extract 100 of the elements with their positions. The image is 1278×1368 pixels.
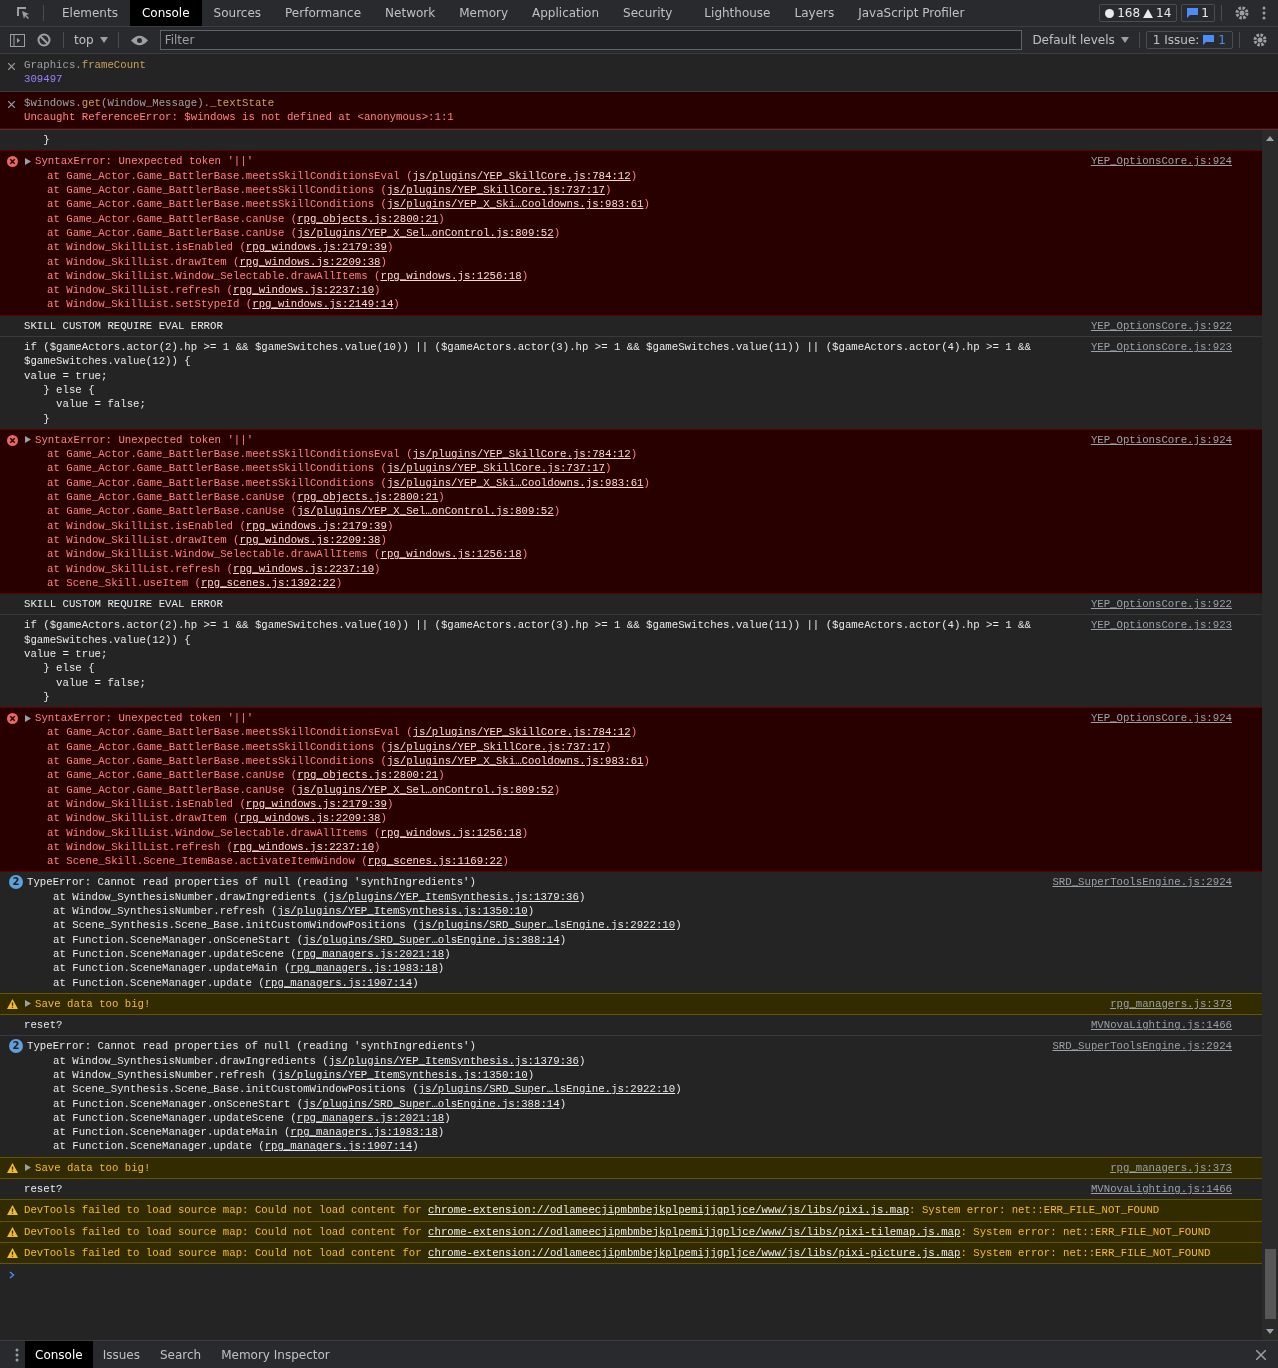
stack-frame-link[interactable]: js/plugins/SRD_Super…lsEngine.js:2922:10 <box>418 1083 676 1096</box>
stack-frame-link[interactable]: rpg_windows.js:2237:10 <box>233 840 375 853</box>
stack-frame-link[interactable]: js/plugins/YEP_SkillCore.js:784:12 <box>412 169 631 182</box>
stack-frame-link[interactable]: rpg_windows.js:2209:38 <box>239 255 381 268</box>
settings-icon[interactable] <box>1252 32 1268 48</box>
inspect-icon[interactable] <box>15 5 31 21</box>
stack-frame-link[interactable]: rpg_objects.js:2800:21 <box>297 212 439 225</box>
stack-frame-link[interactable]: rpg_windows.js:2209:38 <box>239 812 381 825</box>
panel-tab[interactable]: Application <box>520 0 612 26</box>
source-link[interactable]: YEP_OptionsCore.js:924 <box>1090 432 1232 448</box>
source-link[interactable]: YEP_OptionsCore.js:923 <box>1090 618 1232 633</box>
source-map-link[interactable]: chrome-extension://odlameecjipmbmbejkplpemijjgpljce/www/js/libs/pixi-picture.js.map <box>428 1246 961 1259</box>
stack-frame-link[interactable]: rpg_windows.js:2209:38 <box>239 533 381 546</box>
more-menu-icon[interactable] <box>15 1347 19 1362</box>
stack-frame-link[interactable]: js/plugins/YEP_ItemSynthesis.js:1350:10 <box>277 1069 528 1081</box>
stack-frame-link[interactable]: js/plugins/YEP_ItemSynthesis.js:1379:36 <box>328 890 579 903</box>
panel-tab[interactable]: Console <box>129 0 202 26</box>
source-link[interactable]: rpg_managers.js:373 <box>1110 996 1232 1012</box>
issue-counter[interactable]: 168 14 <box>1099 4 1178 22</box>
stack-frame-link[interactable]: rpg_windows.js:2237:10 <box>233 562 375 575</box>
scrollbar-thumb[interactable] <box>1264 1249 1276 1319</box>
drawer-tab[interactable]: Search <box>149 1341 212 1368</box>
eye-icon[interactable] <box>130 34 148 46</box>
scrollbar[interactable] <box>1262 130 1278 1340</box>
stack-frame-link[interactable]: js/plugins/SRD_Super…olsEngine.js:388:14 <box>303 1097 560 1110</box>
source-link[interactable]: MVNovaLighting.js:1466 <box>1090 1182 1232 1197</box>
panel-tab[interactable]: JavaScript Profiler <box>846 0 977 26</box>
stack-frame-link[interactable]: rpg_objects.js:2800:21 <box>297 769 439 782</box>
stack-frame-link[interactable]: rpg_windows.js:2179:39 <box>245 241 387 254</box>
levels-dropdown[interactable]: Default levels <box>1028 33 1133 47</box>
stack-frame-link[interactable]: js/plugins/YEP_X_Sel…onControl.js:809:52 <box>297 226 554 239</box>
stack-frame-link[interactable]: rpg_windows.js:2237:10 <box>233 284 375 297</box>
source-link[interactable]: MVNovaLighting.js:1466 <box>1090 1018 1232 1033</box>
source-link[interactable]: YEP_OptionsCore.js:923 <box>1090 340 1232 355</box>
source-link[interactable]: SRD_SuperToolsEngine.js:2924 <box>1052 875 1232 890</box>
stack-frame-link[interactable]: rpg_scenes.js:1169:22 <box>367 855 503 868</box>
source-link[interactable]: SRD_SuperToolsEngine.js:2924 <box>1052 1039 1232 1054</box>
close-icon[interactable] <box>8 100 15 108</box>
stack-frame-link[interactable]: rpg_windows.js:2179:39 <box>245 519 387 532</box>
settings-icon[interactable] <box>1234 5 1250 21</box>
scroll-up-icon[interactable] <box>1266 136 1274 142</box>
stack-frame-link[interactable]: js/plugins/YEP_SkillCore.js:737:17 <box>386 462 605 475</box>
stack-frame-link[interactable]: rpg_windows.js:1256:18 <box>380 269 522 282</box>
issues-button[interactable]: 1 Issue: 1 <box>1145 31 1233 49</box>
stack-frame-link[interactable]: js/plugins/YEP_ItemSynthesis.js:1379:36 <box>328 1054 579 1067</box>
stack-frame-link[interactable]: js/plugins/YEP_SkillCore.js:737:17 <box>386 184 605 197</box>
clear-console-icon[interactable] <box>37 33 51 47</box>
drawer-tab[interactable]: Issues <box>92 1341 150 1368</box>
context-dropdown[interactable]: top <box>70 33 112 47</box>
expand-icon[interactable] <box>25 714 31 722</box>
source-map-link[interactable]: chrome-extension://odlameecjipmbmbejkplpemijjgpljce/www/js/libs/pixi-tilemap.js.map <box>428 1225 961 1238</box>
stack-frame-link[interactable]: rpg_managers.js:1907:14 <box>264 976 413 989</box>
panel-tab[interactable]: Layers <box>782 0 847 26</box>
scroll-down-icon[interactable] <box>1266 1329 1274 1334</box>
sidebar-icon[interactable] <box>10 33 25 47</box>
source-link[interactable]: YEP_OptionsCore.js:924 <box>1090 154 1232 169</box>
source-link[interactable]: YEP_OptionsCore.js:922 <box>1090 318 1232 334</box>
source-link[interactable]: YEP_OptionsCore.js:922 <box>1090 597 1232 612</box>
expand-icon[interactable] <box>25 436 31 444</box>
panel-tab[interactable]: Memory <box>447 0 520 26</box>
stack-frame-link[interactable]: rpg_objects.js:2800:21 <box>297 491 439 503</box>
more-menu-icon[interactable] <box>1262 6 1266 20</box>
stack-frame-link[interactable]: js/plugins/YEP_SkillCore.js:784:12 <box>412 726 631 739</box>
stack-frame-link[interactable]: rpg_windows.js:1256:18 <box>380 826 522 839</box>
panel-tab[interactable]: Network <box>373 0 448 26</box>
stack-frame-link[interactable]: rpg_managers.js:2021:18 <box>296 947 445 960</box>
stack-frame-link[interactable]: rpg_windows.js:2179:39 <box>245 797 387 810</box>
stack-frame-link[interactable]: rpg_windows.js:2149:14 <box>252 298 394 311</box>
stack-frame-link[interactable]: rpg_managers.js:1983:18 <box>290 962 438 975</box>
close-icon[interactable] <box>1256 1349 1266 1360</box>
stack-frame-link[interactable]: js/plugins/YEP_SkillCore.js:737:17 <box>386 740 605 753</box>
source-link[interactable]: rpg_managers.js:373 <box>1110 1160 1232 1176</box>
panel-tab[interactable]: Lighthouse <box>692 0 783 26</box>
panel-tab[interactable]: Elements <box>50 0 130 26</box>
stack-frame-link[interactable]: js/plugins/YEP_X_Ski…Cooldowns.js:983:61 <box>386 755 644 768</box>
stack-frame-link[interactable]: rpg_scenes.js:1392:22 <box>200 576 336 589</box>
stack-frame-link[interactable]: js/plugins/YEP_SkillCore.js:784:12 <box>412 448 631 461</box>
expand-icon[interactable] <box>25 1164 31 1172</box>
stack-frame-link[interactable]: js/plugins/YEP_X_Ski…Cooldowns.js:983:61 <box>386 198 644 211</box>
stack-frame-link[interactable]: js/plugins/YEP_ItemSynthesis.js:1350:10 <box>277 905 528 918</box>
panel-tab[interactable]: Performance <box>273 0 374 26</box>
stack-frame-link[interactable]: rpg_managers.js:1983:18 <box>290 1126 438 1139</box>
close-icon[interactable] <box>8 63 15 70</box>
source-map-link[interactable]: chrome-extension://odlameecjipmbmbejkplpemijjgpljce/www/js/libs/pixi.js.map <box>428 1204 910 1217</box>
panel-tab[interactable]: Security <box>611 0 685 26</box>
drawer-tab[interactable]: Console <box>25 1341 93 1368</box>
expand-icon[interactable] <box>25 1000 31 1008</box>
stack-frame-link[interactable]: rpg_managers.js:2021:18 <box>296 1111 445 1124</box>
stack-frame-link[interactable]: js/plugins/SRD_Super…olsEngine.js:388:14 <box>303 933 560 946</box>
stack-frame-link[interactable]: rpg_windows.js:1256:18 <box>380 548 522 561</box>
stack-frame-link[interactable]: js/plugins/YEP_X_Sel…onControl.js:809:52 <box>297 505 554 518</box>
expand-icon[interactable] <box>25 158 31 166</box>
panel-tab[interactable]: Sources <box>201 0 274 26</box>
stack-frame-link[interactable]: js/plugins/YEP_X_Sel…onControl.js:809:52 <box>297 783 554 796</box>
stack-frame-link[interactable]: rpg_managers.js:1907:14 <box>264 1140 413 1153</box>
filter-field[interactable]: Filter <box>159 30 1023 50</box>
stack-frame-link[interactable]: js/plugins/YEP_X_Ski…Cooldowns.js:983:61 <box>386 476 644 489</box>
stack-frame-link[interactable]: js/plugins/SRD_Super…lsEngine.js:2922:10 <box>418 919 676 932</box>
drawer-tab[interactable]: Memory Inspector <box>211 1341 340 1368</box>
source-link[interactable]: YEP_OptionsCore.js:924 <box>1090 711 1232 726</box>
